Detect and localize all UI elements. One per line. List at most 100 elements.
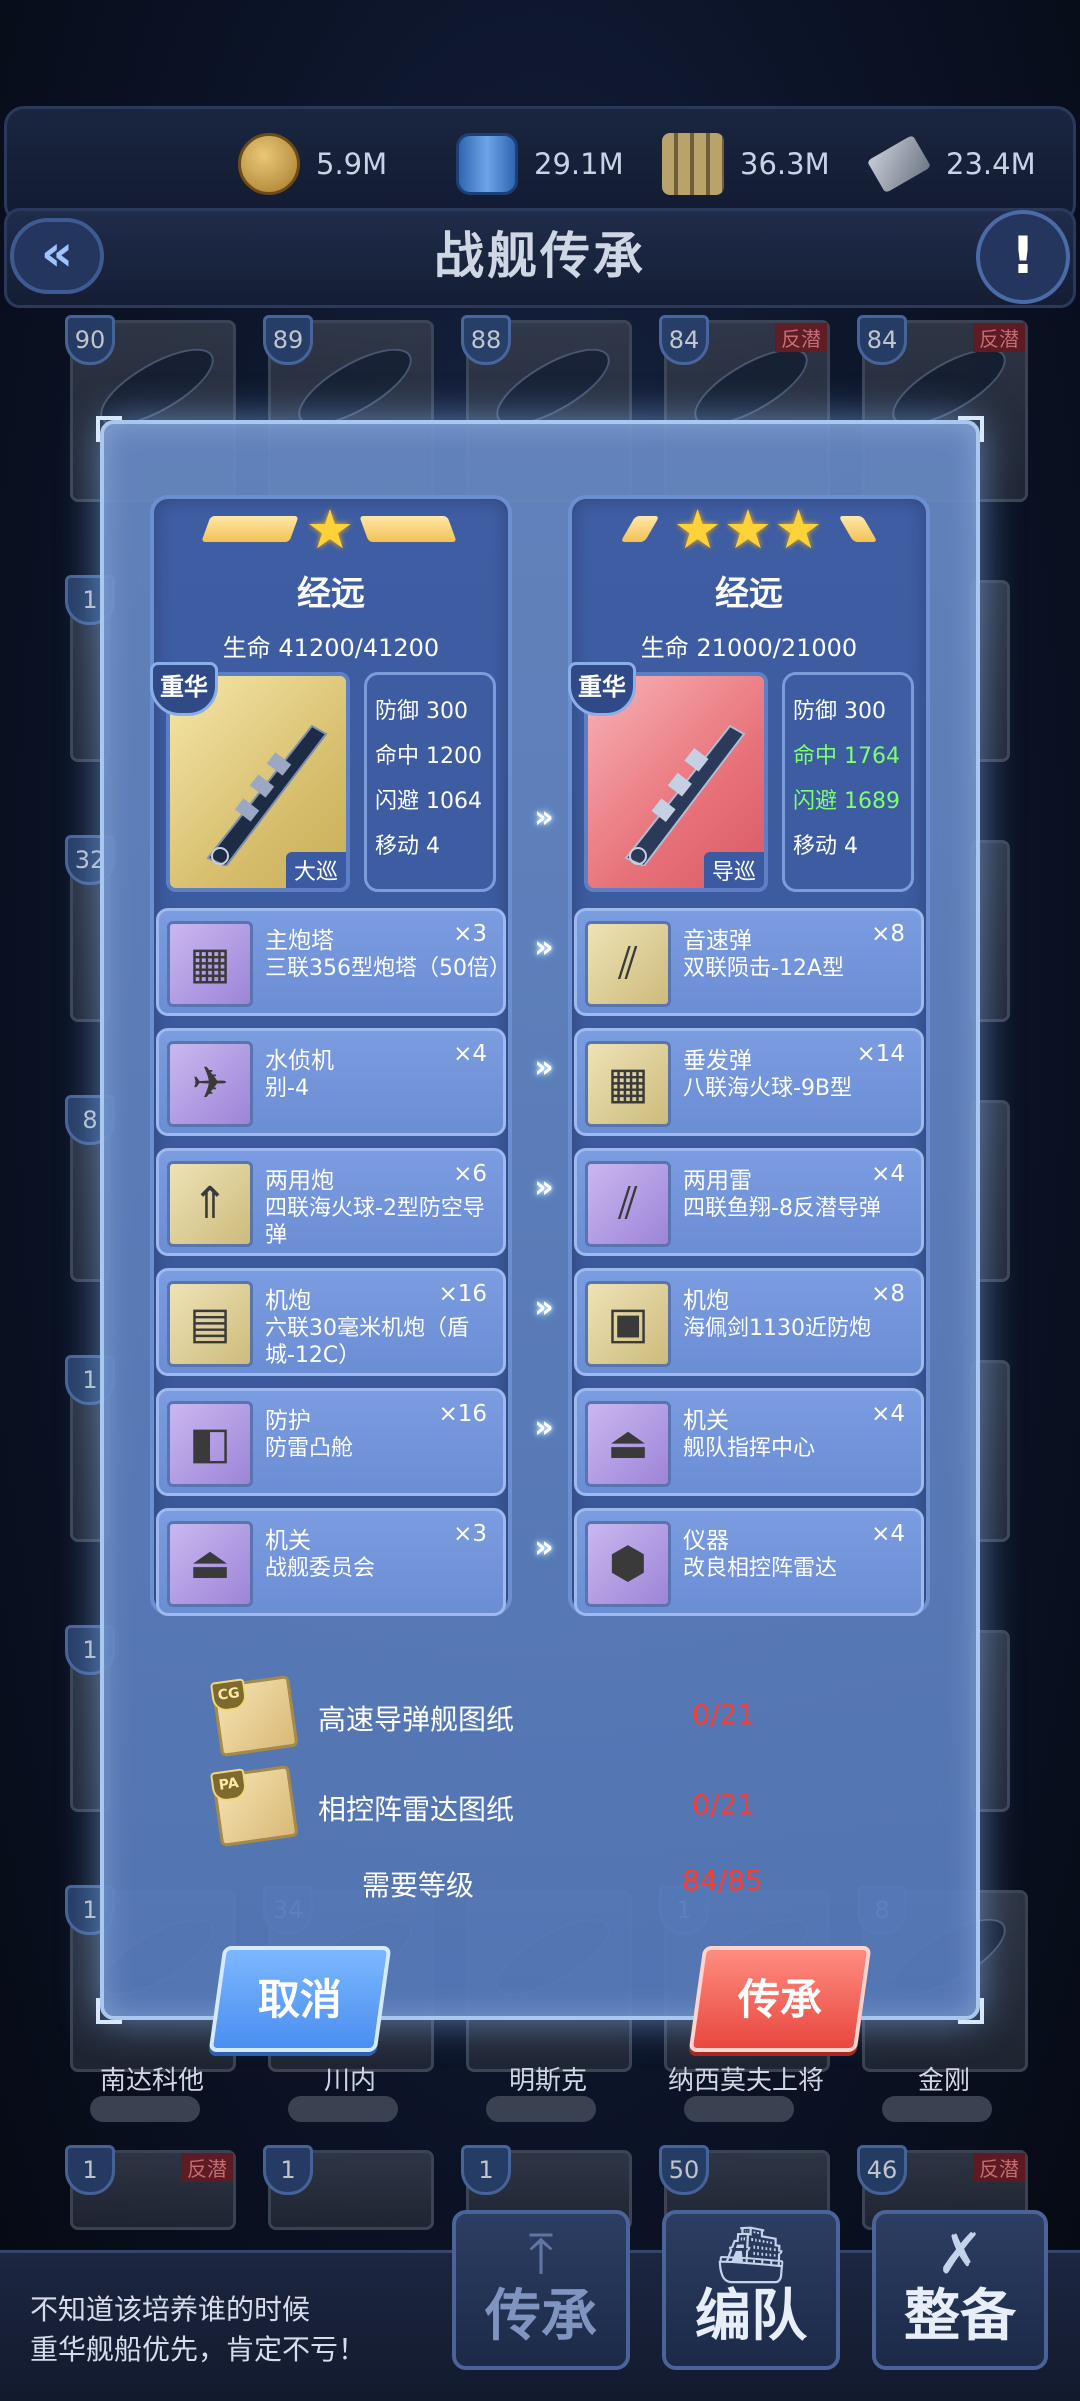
level-badge: 90: [65, 315, 115, 365]
equipment-desc: 四联海火球-2型防空导弹: [265, 1196, 485, 1248]
equipment-desc: 防雷凸舱: [265, 1436, 354, 1461]
equipment-name: 防护: [265, 1408, 311, 1434]
level-requirement-value: 84/85: [682, 1864, 763, 1897]
star-rating: [90, 2096, 200, 2122]
requirement-label: 高速导弹舰图纸: [318, 1703, 515, 1736]
requirement-value: 0/21: [692, 1788, 755, 1821]
equipment-glyph: ⫽: [618, 1178, 638, 1229]
equipment-icon: ▤: [167, 1281, 253, 1367]
equipment-slot[interactable]: ▤ 机炮 ×16 六联30毫米机炮（盾城-12C）: [156, 1268, 506, 1376]
equipment-count: ×8: [871, 1281, 905, 1307]
resource-coin: 5.9M: [238, 128, 387, 200]
ship-name: 纳西莫夫上将: [667, 2066, 824, 2096]
target-ship-hp: 生命 21000/21000: [640, 634, 858, 662]
star-rating: [684, 2096, 794, 2122]
equipment-slot[interactable]: ⏏ 机关 ×4 舰队指挥中心: [574, 1388, 924, 1496]
blueprint-scroll-icon: PA: [209, 1764, 299, 1848]
star-bar-left: [201, 516, 299, 542]
source-ship-name: 经远: [297, 574, 365, 614]
equipment-icon: ⫽: [585, 921, 671, 1007]
star-rating: [486, 2096, 596, 2122]
equipment-count: ×16: [438, 1401, 487, 1427]
requirement-value: 0/21: [692, 1698, 755, 1731]
equipment-icon: ▦: [167, 921, 253, 1007]
cancel-button[interactable]: 取消: [208, 1946, 392, 2052]
nav-label: 整备: [904, 2284, 1016, 2349]
target-stats: 防御 300 命中 1764 闪避 1689 移动 4: [782, 672, 914, 892]
dialog-corner: [958, 1998, 984, 2024]
ship-type-tag: 大巡: [285, 852, 346, 888]
star-icon: ★★★: [673, 498, 825, 561]
equipment-desc: 三联356型炮塔（50倍）: [265, 956, 511, 981]
tip-line: 不知道该培养谁的时候: [30, 2293, 311, 2326]
equipment-desc: 改良相控阵雷达: [683, 1556, 838, 1581]
level-badge: 89: [263, 315, 313, 365]
equipment-icon: ▦: [585, 1041, 671, 1127]
equipment-slot[interactable]: ▣ 机炮 ×8 海佩剑1130近防炮: [574, 1268, 924, 1376]
equipment-glyph: ▦: [607, 1058, 649, 1109]
ship-name: 川内: [323, 2066, 376, 2096]
target-ship-name: 经远: [715, 574, 783, 614]
nav-label: 传承: [485, 2284, 597, 2349]
missile-cruiser-ship-icon: [624, 724, 746, 866]
stat-evasion: 闪避 1689: [793, 789, 900, 814]
equipment-count: ×3: [453, 921, 487, 947]
equipment-slot[interactable]: ▦ 主炮塔 ×3 三联356型炮塔（50倍）: [156, 908, 511, 1016]
transfer-arrow-icon: »: [534, 1170, 553, 1205]
cruiser-ship-icon: [206, 724, 328, 866]
transfer-arrow-icon: »: [534, 1410, 553, 1445]
nav-inherit-button[interactable]: ⤒ 传承: [452, 2210, 630, 2370]
equipment-name: 机炮: [683, 1288, 729, 1314]
equipment-slot[interactable]: ✈ 水侦机 ×4 别-4: [156, 1028, 506, 1136]
equipment-glyph: ▣: [607, 1298, 649, 1349]
equipment-name: 主炮塔: [265, 928, 334, 954]
blueprint-tag: PA: [209, 1768, 248, 1803]
stat-accuracy: 命中 1200: [375, 744, 482, 769]
nav-formation-button[interactable]: ⛴ 编队: [662, 2210, 840, 2370]
fleet-card[interactable]: 1: [263, 2145, 434, 2230]
level-badge: 46: [857, 2145, 907, 2195]
fleet-card[interactable]: 1 反潜: [65, 2145, 236, 2230]
star-rating: [288, 2096, 398, 2122]
star-bar-right: [359, 516, 457, 542]
equipment-slot[interactable]: ⬢ 仪器 ×4 改良相控阵雷达: [574, 1508, 924, 1616]
transfer-arrow-icon: »: [534, 1290, 553, 1325]
equipment-slot[interactable]: ◧ 防护 ×16 防雷凸舱: [156, 1388, 506, 1496]
equipment-desc: 六联30毫米机炮（盾城-12C）: [265, 1316, 469, 1368]
equipment-name: 机关: [265, 1528, 311, 1554]
stat-move: 移动 4: [793, 834, 858, 859]
stat-defense: 防御 300: [793, 699, 886, 724]
resource-oil: 29.1M: [456, 128, 624, 200]
nav-label: 编队: [695, 2284, 807, 2349]
star-icon: ★: [305, 498, 355, 561]
transfer-arrow-icon: »: [534, 1050, 553, 1085]
nav-maintain-button[interactable]: ✗ 整备: [872, 2210, 1048, 2370]
equipment-slot[interactable]: ⫽ 两用雷 ×4 四联鱼翔-8反潜导弹: [574, 1148, 924, 1256]
equipment-desc: 舰队指挥中心: [683, 1436, 816, 1461]
steel-icon: [866, 134, 932, 194]
equipment-slot[interactable]: ⏏ 机关 ×3 战舰委员会: [156, 1508, 506, 1616]
equipment-glyph: ◧: [189, 1418, 231, 1469]
equipment-glyph: ⫽: [618, 938, 638, 989]
transfer-arrow-icon: »: [534, 930, 553, 965]
source-ship-hp: 生命 41200/41200: [222, 634, 440, 662]
ammo-icon: [662, 133, 724, 195]
transfer-arrow-icon: »: [534, 800, 553, 835]
equipment-slot[interactable]: ⇑ 两用炮 ×6 四联海火球-2型防空导弹: [156, 1148, 506, 1256]
type-tag: 反潜: [775, 323, 827, 352]
equipment-count: ×16: [438, 1281, 487, 1307]
source-stats: 防御 300 命中 1200 闪避 1064 移动 4: [364, 672, 496, 892]
blueprint-scroll-icon: CG: [209, 1674, 299, 1758]
inherit-button[interactable]: 传承: [688, 1946, 872, 2052]
equipment-desc: 四联鱼翔-8反潜导弹: [683, 1196, 881, 1221]
level-badge: 1: [65, 2145, 115, 2195]
equipment-count: ×3: [453, 1521, 487, 1547]
info-button[interactable]: !: [976, 210, 1070, 304]
equipment-count: ×4: [871, 1401, 905, 1427]
equipment-icon: ⇑: [167, 1161, 253, 1247]
equipment-name: 音速弹: [683, 928, 752, 954]
equipment-glyph: ▦: [189, 938, 231, 989]
equipment-slot[interactable]: ⫽ 音速弹 ×8 双联陨击-12A型: [574, 908, 924, 1016]
equipment-slot[interactable]: ▦ 垂发弹 ×14 八联海火球-9B型: [574, 1028, 924, 1136]
resource-ammo: 36.3M: [662, 128, 830, 200]
